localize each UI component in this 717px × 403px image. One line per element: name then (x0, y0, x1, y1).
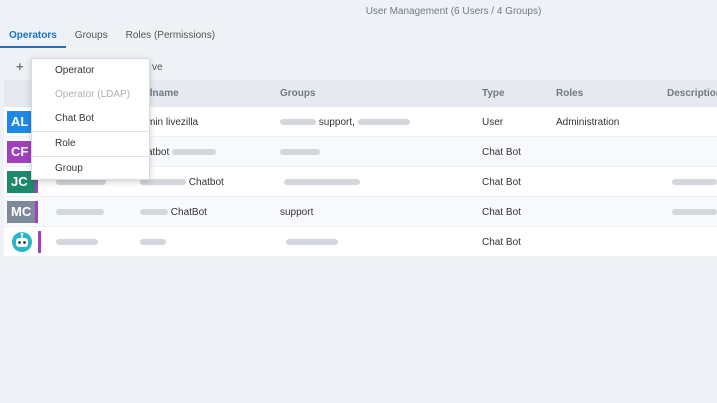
description-cell (672, 207, 717, 218)
column-header-type[interactable]: Type (482, 88, 505, 99)
menu-item-chat-bot[interactable]: Chat Bot (32, 107, 149, 131)
username-cell (56, 207, 104, 218)
column-header-groups[interactable]: Groups (280, 88, 316, 99)
groups-cell (286, 237, 338, 248)
menu-item-group[interactable]: Group (32, 157, 149, 181)
fullname-cell: ChatBot (140, 207, 207, 218)
bot-avatar-icon (12, 232, 32, 252)
menu-item-operator-ldap: Operator (LDAP) (55, 89, 131, 100)
type-cell: Chat Bot (482, 147, 521, 158)
bot-indicator-bar (38, 231, 41, 253)
tab-roles[interactable]: Roles (Permissions) (117, 26, 224, 48)
groups-cell (284, 177, 360, 188)
groups-cell: support (280, 207, 314, 218)
type-cell: Chat Bot (482, 177, 521, 188)
remove-button[interactable]: ve (152, 62, 163, 73)
groups-cell (280, 147, 320, 158)
table-row[interactable]: Chat Bot (4, 227, 717, 257)
groups-cell: support, (280, 117, 410, 128)
tab-operators[interactable]: Operators (0, 26, 66, 48)
description-cell (672, 177, 717, 188)
type-cell: User (482, 117, 504, 128)
roles-cell: Administration (556, 117, 620, 128)
menu-item-operator[interactable]: Operator (32, 59, 149, 83)
username-cell (56, 237, 98, 248)
menu-item-role[interactable]: Role (32, 132, 149, 156)
table-row[interactable]: MC ChatBot support Chat Bot (4, 197, 717, 227)
fullname-cell (140, 237, 166, 248)
fullname-cell: min livezilla (147, 117, 199, 128)
fullname-cell: Chatbot (140, 177, 224, 188)
page-title: User Management (6 Users / 4 Groups) (365, 6, 542, 17)
plus-icon[interactable]: + (16, 59, 24, 74)
tab-bar: Operators Groups Roles (Permissions) (0, 26, 717, 48)
tab-groups[interactable]: Groups (66, 26, 117, 48)
column-header-roles[interactable]: Roles (556, 88, 583, 99)
type-cell: Chat Bot (482, 207, 521, 218)
column-header-fullname[interactable]: llname (147, 88, 179, 99)
type-cell: Chat Bot (482, 237, 521, 248)
fullname-cell: atbot (147, 147, 217, 158)
avatar: MC (7, 201, 38, 223)
add-menu: Operator Operator (LDAP) Chat Bot Role G… (31, 58, 150, 180)
column-header-description[interactable]: Description (667, 88, 717, 99)
